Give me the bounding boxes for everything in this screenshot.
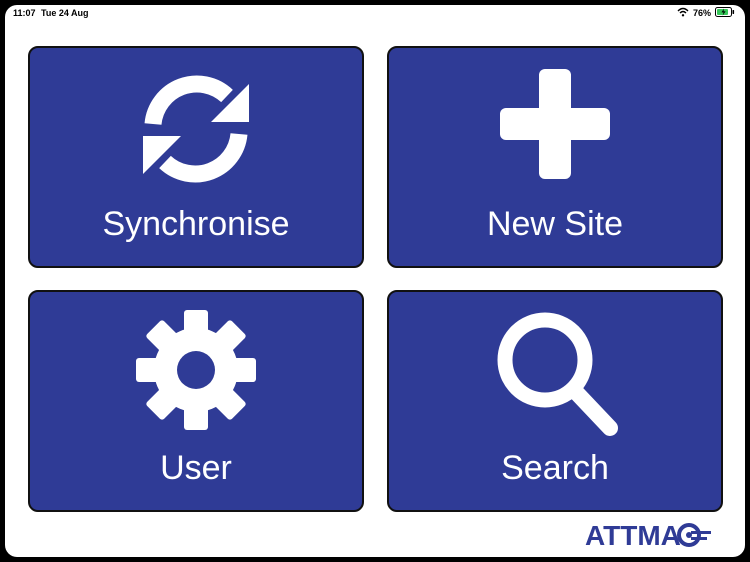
status-right: 76% xyxy=(677,7,735,19)
user-button[interactable]: User xyxy=(28,290,364,512)
sync-icon xyxy=(131,64,261,199)
attma-logo: ATTMA xyxy=(585,519,713,554)
user-label: User xyxy=(160,449,232,487)
plus-icon xyxy=(490,64,620,199)
status-bar: 11:07 Tue 24 Aug 76% xyxy=(5,5,745,21)
search-button[interactable]: Search xyxy=(387,290,723,512)
synchronise-label: Synchronise xyxy=(102,205,290,243)
battery-icon xyxy=(715,7,735,19)
status-date: Tue 24 Aug xyxy=(41,8,89,18)
logo-text: ATTMA xyxy=(585,520,681,549)
new-site-label: New Site xyxy=(486,205,624,243)
app-screen: 11:07 Tue 24 Aug 76% Synchronise New Sit… xyxy=(5,5,745,557)
search-label: Search xyxy=(501,449,609,487)
wifi-icon xyxy=(677,7,689,19)
search-icon xyxy=(490,308,620,443)
new-site-button[interactable]: New Site xyxy=(387,46,723,268)
synchronise-button[interactable]: Synchronise xyxy=(28,46,364,268)
battery-percent: 76% xyxy=(692,8,711,18)
status-time: 11:07 xyxy=(13,8,36,18)
gear-icon xyxy=(131,308,261,443)
